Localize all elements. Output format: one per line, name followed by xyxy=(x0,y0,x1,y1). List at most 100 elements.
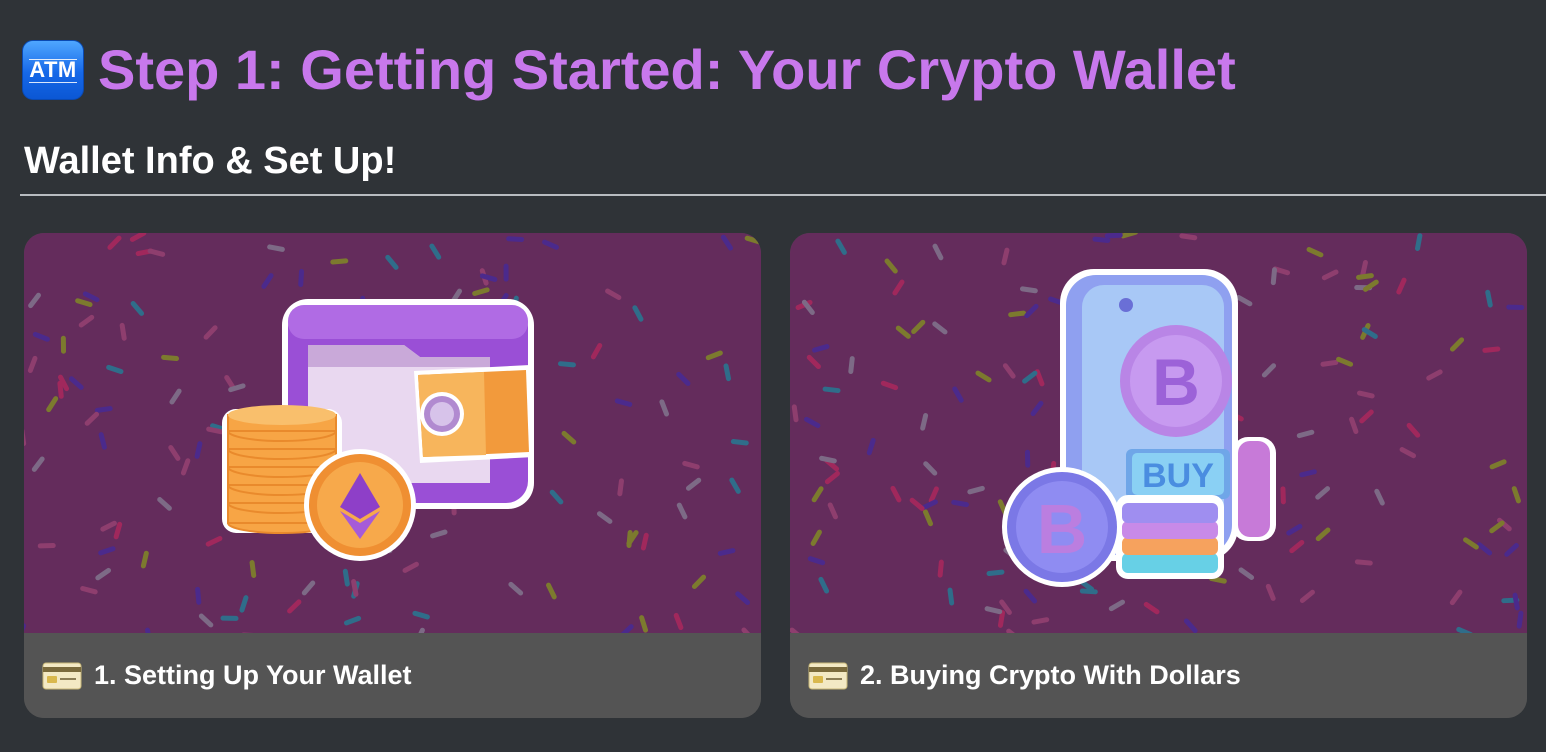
buy-text: BUY xyxy=(1142,457,1214,495)
card-label[interactable]: 1. Setting Up Your Wallet xyxy=(94,660,412,691)
confetti-piece xyxy=(1489,459,1507,470)
section-heading: Wallet Info & Set Up! xyxy=(24,140,397,182)
confetti-piece xyxy=(1306,247,1324,258)
confetti-piece xyxy=(1321,269,1339,281)
confetti-piece xyxy=(1516,610,1524,629)
card-setting-up-wallet[interactable]: 1. Setting Up Your Wallet xyxy=(24,233,761,718)
confetti-piece xyxy=(1179,233,1198,241)
confetti-piece xyxy=(24,623,26,633)
confetti-piece xyxy=(506,236,525,242)
confetti-piece xyxy=(32,331,50,342)
confetti-piece xyxy=(343,615,362,626)
confetti-piece xyxy=(1008,310,1027,318)
confetti-piece xyxy=(46,396,59,413)
confetti-piece xyxy=(975,370,992,383)
confetti-piece xyxy=(659,399,670,417)
confetti-piece xyxy=(1477,542,1493,556)
credit-card-icon xyxy=(42,662,82,689)
card-buying-crypto[interactable]: B BUY B 2. Buying Crypto With Dollars xyxy=(790,233,1527,718)
confetti-piece xyxy=(1449,337,1465,352)
card-footer[interactable]: 1. Setting Up Your Wallet xyxy=(24,633,761,718)
confetti-piece xyxy=(596,511,613,524)
confetti-piece xyxy=(824,471,840,485)
confetti-piece xyxy=(1002,363,1016,379)
card-image-buy-bitcoin[interactable]: B BUY B xyxy=(790,233,1527,633)
confetti-piece xyxy=(130,300,145,316)
confetti-piece xyxy=(922,509,934,527)
confetti-piece xyxy=(412,610,430,620)
page: ATM Step 1: Getting Started: Your Crypto… xyxy=(0,0,1546,752)
confetti-piece xyxy=(1022,370,1038,384)
confetti-piece xyxy=(479,273,498,282)
confetti-piece xyxy=(676,371,691,386)
svg-text:B: B xyxy=(1152,345,1200,419)
confetti-piece xyxy=(84,411,100,426)
confetti-piece xyxy=(1265,583,1276,601)
confetti-piece xyxy=(28,292,41,309)
confetti-piece xyxy=(129,233,147,242)
confetti-piece xyxy=(429,243,442,260)
confetti-piece xyxy=(1286,523,1303,536)
confetti-piece xyxy=(95,567,112,581)
wallet-illustration xyxy=(222,299,534,561)
confetti-piece xyxy=(261,273,274,289)
confetti-piece xyxy=(220,615,239,621)
confetti-piece xyxy=(909,497,925,512)
phone-bitcoin-illustration: B BUY B xyxy=(1002,269,1276,587)
confetti-piece xyxy=(1359,409,1374,424)
confetti-piece xyxy=(1030,400,1044,417)
confetti-piece xyxy=(827,502,838,520)
confetti-piece xyxy=(640,532,649,551)
confetti-piece xyxy=(890,485,902,503)
card-label[interactable]: 2. Buying Crypto With Dollars xyxy=(860,660,1241,691)
confetti-piece xyxy=(385,254,399,270)
confetti-piece xyxy=(1354,559,1373,566)
confetti-piece xyxy=(1482,346,1501,353)
confetti-piece xyxy=(911,319,926,335)
card-image-wallet[interactable] xyxy=(24,233,761,633)
confetti-piece xyxy=(1104,233,1123,239)
confetti-piece xyxy=(561,430,577,445)
confetti-piece xyxy=(1023,588,1038,604)
confetti-piece xyxy=(932,321,948,335)
confetti-piece xyxy=(106,364,124,375)
confetti-piece xyxy=(557,361,576,368)
confetti-piece xyxy=(1489,520,1505,534)
confetti-piece xyxy=(140,550,149,569)
confetti-piece xyxy=(1356,390,1375,399)
confetti-piece xyxy=(617,478,624,497)
confetti-piece xyxy=(685,477,702,491)
confetti-piece xyxy=(822,386,841,394)
page-header: ATM Step 1: Getting Started: Your Crypto… xyxy=(22,38,1236,102)
confetti-piece xyxy=(1024,303,1039,319)
confetti-piece xyxy=(1120,233,1139,239)
confetti-piece xyxy=(1449,589,1463,606)
confetti-piece xyxy=(100,520,117,532)
confetti-piece xyxy=(984,606,1003,615)
confetti-piece xyxy=(676,502,688,520)
svg-text:B: B xyxy=(1037,490,1088,568)
confetti-piece xyxy=(892,279,905,296)
confetti-piece xyxy=(1183,618,1198,633)
confetti-piece xyxy=(818,576,830,594)
confetti-piece xyxy=(119,322,127,341)
confetti-piece xyxy=(791,404,799,423)
confetti-piece xyxy=(542,239,559,250)
confetti-piece xyxy=(848,356,855,375)
confetti-piece xyxy=(430,529,448,539)
confetti-piece xyxy=(1315,486,1331,500)
confetti-piece xyxy=(1349,416,1359,434)
confetti-piece xyxy=(806,354,821,370)
confetti-piece xyxy=(605,288,622,300)
confetti-piece xyxy=(1280,486,1286,505)
confetti-piece xyxy=(1108,599,1126,612)
confetti-piece xyxy=(169,388,182,405)
confetti-piece xyxy=(249,560,257,578)
confetti-piece xyxy=(807,556,826,566)
card-footer[interactable]: 2. Buying Crypto With Dollars xyxy=(790,633,1527,718)
confetti-piece xyxy=(1261,363,1277,378)
confetti-piece xyxy=(161,354,180,362)
confetti-piece xyxy=(1079,588,1098,595)
confetti-piece xyxy=(1320,359,1339,367)
confetti-piece xyxy=(1511,486,1521,504)
